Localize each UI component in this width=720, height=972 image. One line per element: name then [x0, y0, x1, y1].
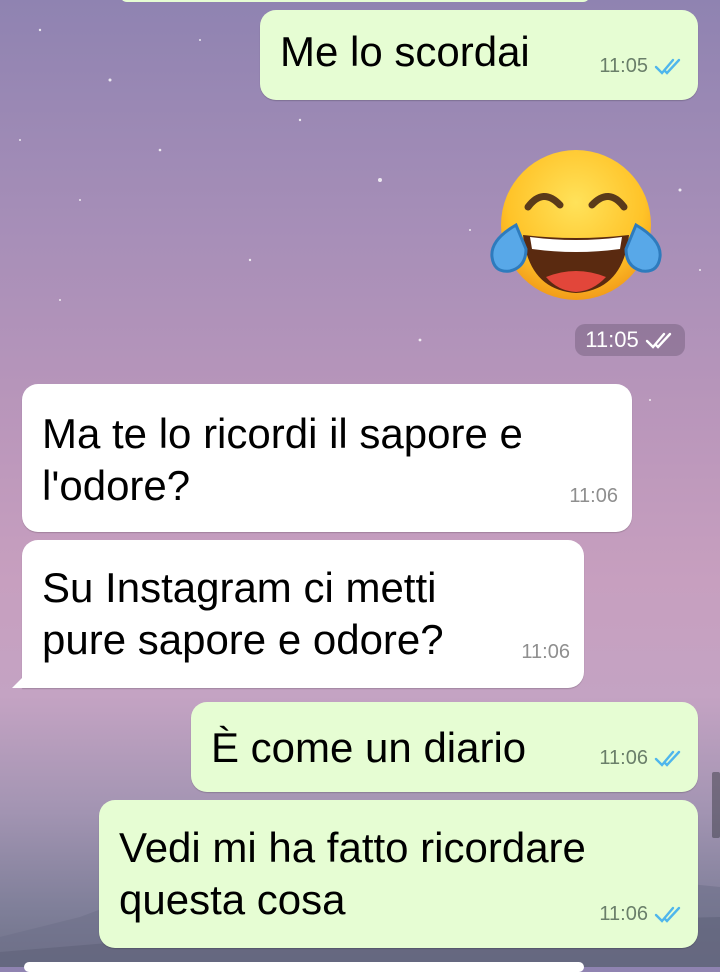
- message-time: 11:05: [599, 55, 648, 77]
- double-check-icon: [645, 332, 671, 349]
- message-meta: 11:06: [599, 888, 684, 940]
- message-text: Me lo scordai: [280, 28, 530, 75]
- double-check-icon: [654, 906, 681, 923]
- double-check-icon: [654, 750, 681, 767]
- emoji-timestamp: 11:05: [575, 324, 685, 356]
- double-check-icon: [654, 58, 681, 75]
- message-meta: 11:06: [521, 626, 570, 678]
- message-meta: 11:06: [599, 732, 684, 784]
- message-text: Su Instagram ci metti pure sapore e odor…: [42, 564, 444, 663]
- message-time: 11:06: [599, 903, 648, 925]
- message-text: È come un diario: [211, 724, 527, 771]
- next-message-edge: [24, 962, 584, 972]
- message-time: 11:06: [599, 747, 648, 769]
- laughing-tears-emoji-icon[interactable]: [488, 145, 663, 305]
- message-meta: 11:06: [569, 470, 618, 522]
- message-outgoing[interactable]: È come un diario 11:06: [191, 702, 698, 792]
- message-time: 11:05: [585, 327, 639, 352]
- message-outgoing[interactable]: Vedi mi ha fatto ricordare questa cosa 1…: [99, 800, 698, 948]
- previous-message-edge: [120, 0, 590, 2]
- message-incoming[interactable]: Ma te lo ricordi il sapore e l'odore? 11…: [22, 384, 632, 532]
- message-text: Ma te lo ricordi il sapore e l'odore?: [42, 410, 523, 509]
- message-text: Vedi mi ha fatto ricordare questa cosa: [119, 824, 586, 923]
- message-meta: 11:05: [599, 40, 684, 92]
- scrollbar[interactable]: [712, 772, 720, 838]
- message-incoming[interactable]: Su Instagram ci metti pure sapore e odor…: [12, 540, 584, 688]
- message-outgoing[interactable]: Me lo scordai 11:05: [260, 10, 698, 100]
- bubble-tail: [12, 674, 26, 688]
- message-time: 11:06: [521, 641, 570, 663]
- message-time: 11:06: [569, 485, 618, 507]
